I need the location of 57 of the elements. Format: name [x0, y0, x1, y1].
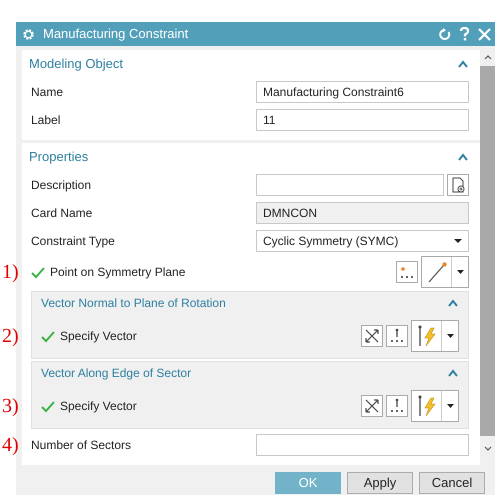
dropdown-arrow-icon	[446, 404, 454, 408]
field-label: Label	[31, 112, 62, 129]
vector-dialog-icon	[389, 398, 405, 414]
vector-dialog-button[interactable]	[386, 395, 408, 417]
scroll-down-icon	[484, 446, 492, 452]
section-title: Properties	[29, 148, 90, 166]
line-selector-icon	[426, 260, 448, 284]
reverse-direction-icon	[364, 398, 380, 414]
reverse-direction-icon	[364, 328, 380, 344]
field-label: Constraint Type	[31, 233, 116, 250]
dropdown-arrow-icon	[446, 334, 454, 338]
vector-selector-button[interactable]	[411, 390, 459, 422]
vector-selector-icon	[416, 324, 438, 348]
vector-selector-icon	[416, 394, 438, 418]
field-label: Number of Sectors	[31, 437, 132, 454]
text-field[interactable]: 11	[256, 109, 469, 131]
section-header[interactable]: Modeling Object	[22, 50, 480, 78]
line-selector-button[interactable]	[421, 256, 469, 288]
section-header[interactable]: Properties	[22, 143, 480, 171]
dropdown[interactable]: Cyclic Symmetry (SYMC)	[256, 230, 469, 252]
field-label: Name	[31, 84, 64, 101]
vector-dialog-button[interactable]	[386, 325, 408, 347]
point-dialog-icon	[399, 264, 415, 280]
selector-label: Specify Vector	[60, 398, 138, 415]
text-field[interactable]: Manufacturing Constraint6	[256, 81, 469, 103]
dialog-button[interactable]: Apply	[347, 472, 413, 494]
selector-label: Point on Symmetry Plane	[50, 264, 186, 281]
annotation-label: 2)	[2, 326, 19, 346]
vector-selector-button[interactable]	[411, 320, 459, 352]
annotation-label: 3)	[2, 396, 19, 416]
dialog-button[interactable]: Cancel	[419, 472, 485, 494]
dropdown-value: Cyclic Symmetry (SYMC)	[263, 233, 398, 250]
group-title: Vector Along Edge of Sector	[41, 365, 192, 382]
help-icon	[459, 27, 470, 41]
field-label: Card Name	[31, 205, 94, 222]
dropdown-arrow-icon	[456, 270, 464, 274]
read-only-field[interactable]: DMNCON	[256, 202, 469, 224]
scroll-up-icon	[484, 54, 492, 60]
reverse-direction-button[interactable]	[361, 395, 383, 417]
section-title: Modeling Object	[29, 55, 124, 74]
text-field[interactable]	[256, 174, 444, 196]
close-icon	[478, 28, 491, 40]
gear-icon	[22, 28, 35, 40]
text-field[interactable]	[256, 434, 469, 456]
add-file-icon	[450, 177, 466, 193]
add-file-button[interactable]	[447, 174, 469, 196]
reverse-direction-button[interactable]	[361, 325, 383, 347]
selector-label: Specify Vector	[60, 328, 138, 345]
dropdown-arrow-icon	[454, 239, 462, 243]
annotation-label: 1)	[2, 262, 19, 282]
window-title: Manufacturing Constraint	[43, 25, 190, 44]
group-title: Vector Normal to Plane of Rotation	[41, 295, 227, 312]
field-label: Description	[31, 177, 92, 194]
annotation-label: 4)	[2, 435, 19, 455]
reset-icon	[438, 28, 451, 40]
vector-dialog-icon	[389, 328, 405, 344]
point-dialog-button[interactable]	[396, 261, 418, 283]
